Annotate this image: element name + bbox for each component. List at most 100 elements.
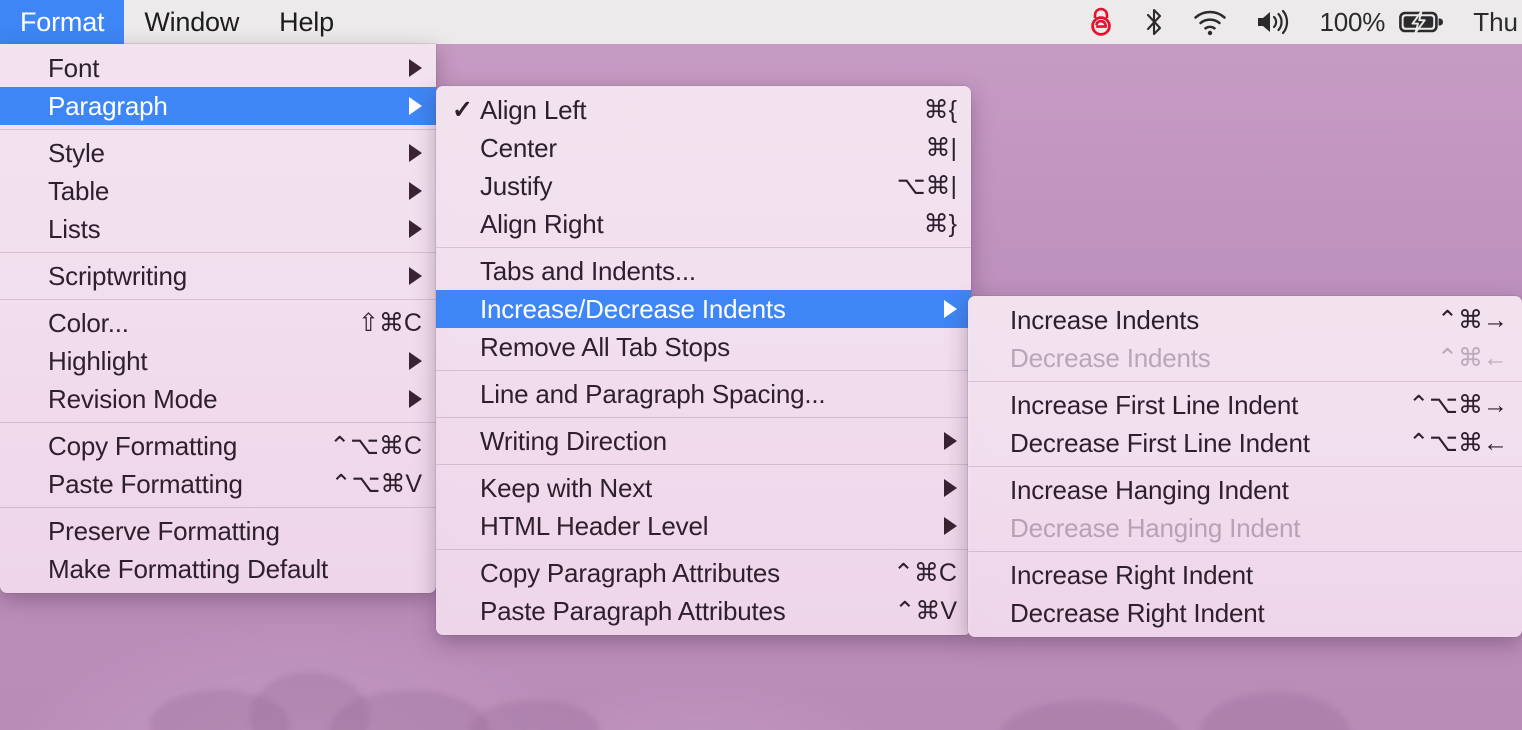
clock-label: Thu	[1473, 6, 1518, 37]
menubar-spacer	[354, 0, 1074, 44]
menu-item-label: Tabs and Indents...	[480, 255, 696, 286]
volume-icon[interactable]	[1241, 0, 1305, 44]
wifi-icon[interactable]	[1179, 0, 1241, 44]
menu-item-decrease-indents: Decrease Indents ⌃⌘←	[968, 339, 1522, 377]
menu-item-copy-paragraph-attributes[interactable]: Copy Paragraph Attributes ⌃⌘C	[436, 554, 971, 592]
battery-percent-label: 100%	[1319, 6, 1386, 37]
menu-item-remove-all-tab-stops[interactable]: Remove All Tab Stops	[436, 328, 971, 366]
menu-separator	[0, 299, 436, 300]
paragraph-submenu: ✓ Align Left ⌘{Center ⌘| Justify ⌥⌘| Align Rig…	[436, 86, 971, 635]
menu-separator	[436, 370, 971, 371]
wallpaper-blossom	[470, 700, 600, 730]
menu-item-label: Increase First Line Indent	[1010, 389, 1299, 420]
menu-item-align-right[interactable]: Align Right ⌘}	[436, 205, 971, 243]
menu-item-label: Increase Indents	[1010, 304, 1200, 335]
menu-item-color[interactable]: Color... ⇧⌘C	[0, 304, 436, 342]
menu-item-revision-mode[interactable]: Revision Mode	[0, 380, 436, 418]
menu-item-lists[interactable]: Lists	[0, 210, 436, 248]
menu-item-label: Copy Paragraph Attributes	[480, 557, 780, 588]
menu-item-shortcut: ⌥⌘|	[896, 172, 957, 200]
menu-item-keep-with-next[interactable]: Keep with Next	[436, 469, 971, 507]
menu-item-shortcut: ⌃⌘→	[1437, 306, 1508, 334]
menu-item-label: Table	[48, 175, 110, 206]
menu-item-line-and-paragraph-spacing[interactable]: Line and Paragraph Spacing...	[436, 375, 971, 413]
submenu-arrow-icon	[944, 517, 957, 535]
menu-item-shortcut: ⌃⌥⌘C	[329, 432, 422, 460]
menu-item-paste-formatting[interactable]: Paste Formatting ⌃⌥⌘V	[0, 465, 436, 503]
submenu-arrow-icon	[409, 220, 422, 238]
menu-item-copy-formatting[interactable]: Copy Formatting ⌃⌥⌘C	[0, 427, 436, 465]
menu-item-shortcut: ⌃⌥⌘→	[1408, 391, 1508, 419]
menubar-item-format[interactable]: Format	[0, 0, 125, 44]
submenu-arrow-icon	[944, 300, 957, 318]
menu-item-label: Lists	[48, 213, 101, 244]
wallpaper-blossom	[330, 690, 490, 730]
menu-item-paste-paragraph-attributes[interactable]: Paste Paragraph Attributes ⌃⌘V	[436, 592, 971, 630]
menu-item-justify[interactable]: Justify ⌥⌘|	[436, 167, 971, 205]
menu-item-shortcut: ⌃⌥⌘V	[330, 470, 422, 498]
menu-item-increase-indents[interactable]: Increase Indents ⌃⌘→	[968, 301, 1522, 339]
menubar-clock[interactable]: Thu	[1459, 0, 1522, 44]
submenu-arrow-icon	[409, 59, 422, 77]
menu-item-table[interactable]: Table	[0, 172, 436, 210]
menu-item-label: Make Formatting Default	[48, 553, 329, 584]
menu-separator	[968, 381, 1522, 382]
menu-separator	[0, 129, 436, 130]
menu-item-shortcut: ⌃⌘←	[1437, 344, 1508, 372]
submenu-arrow-icon	[409, 390, 422, 408]
menu-item-increase-decrease-indents[interactable]: Increase/Decrease Indents	[436, 290, 971, 328]
onepassword-icon[interactable]	[1073, 0, 1129, 44]
battery-charging-icon[interactable]	[1399, 0, 1459, 44]
submenu-arrow-icon	[409, 182, 422, 200]
menu-item-shortcut: ⌃⌘V	[894, 597, 957, 625]
menubar-item-help[interactable]: Help	[259, 0, 354, 44]
menu-item-label: Writing Direction	[480, 425, 667, 456]
menu-item-decrease-first-line-indent[interactable]: Decrease First Line Indent ⌃⌥⌘←	[968, 424, 1522, 462]
menu-item-paragraph[interactable]: Paragraph	[0, 87, 436, 125]
menu-item-style[interactable]: Style	[0, 134, 436, 172]
menu-item-increase-hanging-indent[interactable]: Increase Hanging Indent	[968, 471, 1522, 509]
menu-item-increase-right-indent[interactable]: Increase Right Indent	[968, 556, 1522, 594]
menu-item-highlight[interactable]: Highlight	[0, 342, 436, 380]
menubar-item-window[interactable]: Window	[124, 0, 259, 44]
submenu-arrow-icon	[409, 352, 422, 370]
menu-item-preserve-formatting[interactable]: Preserve Formatting	[0, 512, 436, 550]
battery-percent[interactable]: 100%	[1305, 0, 1399, 44]
submenu-arrow-icon	[944, 479, 957, 497]
menu-item-shortcut: ⌘|	[925, 134, 958, 162]
menu-item-label: Remove All Tab Stops	[480, 331, 730, 362]
menu-item-scriptwriting[interactable]: Scriptwriting	[0, 257, 436, 295]
menu-separator	[436, 417, 971, 418]
menu-item-label: Increase Hanging Indent	[1010, 474, 1289, 505]
submenu-arrow-icon	[409, 144, 422, 162]
menu-separator	[0, 507, 436, 508]
wallpaper-blossom	[1000, 700, 1180, 730]
menu-item-shortcut: ⌘{	[923, 96, 957, 124]
bluetooth-icon[interactable]	[1129, 0, 1179, 44]
menu-item-increase-first-line-indent[interactable]: Increase First Line Indent ⌃⌥⌘→	[968, 386, 1522, 424]
menu-item-label: Align Left	[480, 94, 587, 125]
wallpaper-blossom	[150, 690, 290, 730]
menu-item-html-header-level[interactable]: HTML Header Level	[436, 507, 971, 545]
menu-item-center[interactable]: Center ⌘|	[436, 129, 971, 167]
menu-item-shortcut: ⌃⌘C	[892, 559, 957, 587]
menu-item-label: Decrease First Line Indent	[1010, 427, 1310, 458]
submenu-arrow-icon	[409, 97, 422, 115]
menu-item-label: HTML Header Level	[480, 510, 709, 541]
menubar-item-label: Format	[20, 6, 105, 37]
menu-item-shortcut: ⌃⌥⌘←	[1408, 429, 1508, 457]
submenu-arrow-icon	[409, 267, 422, 285]
menu-item-writing-direction[interactable]: Writing Direction	[436, 422, 971, 460]
menu-item-label: Justify	[480, 170, 553, 201]
menu-item-font[interactable]: Font	[0, 49, 436, 87]
menu-item-align-left[interactable]: ✓ Align Left ⌘{	[436, 91, 971, 129]
menubar-item-label: Help	[279, 6, 334, 37]
menu-item-shortcut: ⇧⌘C	[357, 309, 422, 337]
menu-item-tabs-and-indents[interactable]: Tabs and Indents...	[436, 252, 971, 290]
desktop: Format Window Help 100% Thu Font Paragra…	[0, 0, 1522, 730]
menu-item-label: Decrease Right Indent	[1010, 597, 1265, 628]
menu-separator	[968, 551, 1522, 552]
menu-item-label: Decrease Hanging Indent	[1010, 512, 1301, 543]
menu-item-make-formatting-default[interactable]: Make Formatting Default	[0, 550, 436, 588]
menu-item-decrease-right-indent[interactable]: Decrease Right Indent	[968, 594, 1522, 632]
